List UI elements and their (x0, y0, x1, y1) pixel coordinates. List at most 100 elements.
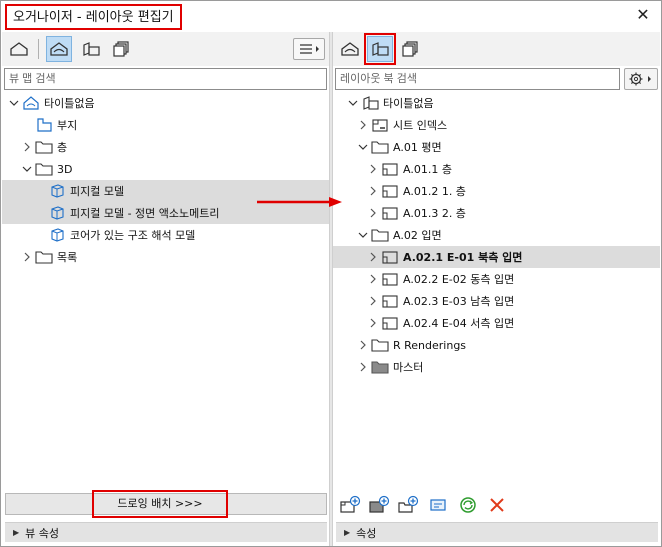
settings-dialog-icon (430, 499, 446, 511)
tree-item-label: 코어가 있는 구조 해석 모델 (70, 229, 196, 242)
expand-triangle-icon: ▶ (344, 528, 351, 537)
tree-row[interactable]: A.02.2 E-02 동측 입면 (333, 268, 660, 290)
publisher-sets-tab[interactable] (108, 36, 134, 62)
layout-book-icon (83, 42, 100, 56)
tree-row[interactable]: 코어가 있는 구조 해석 모델 (2, 224, 329, 246)
tree-item-label: A.02.1 E-01 북측 입면 (403, 251, 523, 264)
view-map-icon (341, 42, 359, 56)
tree-row[interactable]: A.02 입면 (333, 224, 660, 246)
chevron-right-icon[interactable] (21, 251, 33, 263)
close-icon[interactable]: ✕ (633, 5, 653, 25)
tree-item-label: 피지컬 모델 (70, 185, 125, 198)
sheet-icon (371, 117, 389, 133)
chevron-right-icon[interactable] (367, 251, 379, 263)
tree-item-label: 3D (57, 162, 73, 176)
tree-row[interactable]: 시트 인덱스 (333, 114, 660, 136)
chevron-right-icon[interactable] (367, 317, 379, 329)
layout-book-icon (372, 42, 389, 56)
cube-icon (48, 205, 66, 221)
tree-item-label: A.01 평면 (393, 141, 442, 154)
title-bar: 오거나이저 - 레이아웃 편집기 ✕ (1, 1, 661, 31)
chevron-right-icon[interactable] (367, 185, 379, 197)
new-master-button[interactable] (368, 494, 390, 516)
view-map-search-input[interactable] (4, 68, 327, 90)
right-view-map-tab[interactable] (337, 36, 363, 62)
tree-row[interactable]: A.02.1 E-01 북측 입면 (333, 246, 660, 268)
chevron-right-icon[interactable] (367, 273, 379, 285)
left-toolbar (2, 32, 329, 66)
tree-item-label: A.02 입면 (393, 229, 442, 242)
chevron-down-icon[interactable] (357, 229, 369, 241)
layout-settings-button[interactable] (624, 68, 658, 90)
gear-icon (629, 72, 651, 86)
view-map-pane: 타이틀없음부지층 3D 피지컬 모델피지컬 모델 - 정면 액소노메트리코어가 있는… (2, 32, 329, 546)
right-toolbar (333, 32, 660, 66)
tree-row[interactable]: A.01.2 1. 층 (333, 180, 660, 202)
delete-button[interactable] (486, 494, 508, 516)
tree-row[interactable]: A.01.3 2. 층 (333, 202, 660, 224)
chevron-down-icon[interactable] (8, 97, 20, 109)
tree-row[interactable]: 마스터 (333, 356, 660, 378)
right-publisher-sets-tab[interactable] (397, 36, 423, 62)
folder-icon (35, 139, 53, 155)
tree-item-label: 층 (57, 141, 68, 154)
view-properties-bar[interactable]: ▶ 뷰 속성 (5, 522, 327, 542)
tree-row[interactable]: 타이틀없음 (2, 92, 329, 114)
chevron-right-icon[interactable] (21, 141, 33, 153)
chevron-right-icon[interactable] (367, 163, 379, 175)
new-subset-button[interactable] (397, 494, 419, 516)
hamburger-menu-icon (300, 44, 319, 54)
layout-settings-dialog-button[interactable] (427, 494, 449, 516)
book-icon (361, 95, 379, 111)
chevron-down-icon[interactable] (21, 163, 33, 175)
new-layout-button[interactable] (339, 494, 361, 516)
layout-properties-bar[interactable]: ▶ 속성 (336, 522, 658, 542)
window-title: 오거나이저 - 레이아웃 편집기 (5, 4, 182, 30)
view-map-tab[interactable] (46, 36, 72, 62)
tree-row[interactable]: 목록 (2, 246, 329, 268)
project-map-tab[interactable] (6, 36, 32, 62)
tree-item-label: 피지컬 모델 - 정면 액소노메트리 (70, 207, 220, 220)
chevron-right-icon[interactable] (357, 119, 369, 131)
tree-row[interactable]: 타이틀없음 (333, 92, 660, 114)
delete-icon (490, 498, 504, 512)
layout-icon (381, 249, 399, 265)
tree-row[interactable]: A.01 평면 (333, 136, 660, 158)
layout-icon (381, 293, 399, 309)
chevron-down-icon[interactable] (347, 97, 359, 109)
view-properties-label: 뷰 속성 (25, 526, 60, 540)
cube-icon (48, 227, 66, 243)
tree-item-label: 부지 (57, 119, 78, 132)
folder-icon (35, 249, 53, 265)
layout-book-tab[interactable] (78, 36, 104, 62)
chevron-right-icon[interactable] (357, 339, 369, 351)
layout-book-search-input[interactable] (335, 68, 620, 90)
layout-icon (381, 161, 399, 177)
tree-row[interactable]: 부지 (2, 114, 329, 136)
tree-item-label: 시트 인덱스 (393, 119, 448, 132)
layout-book-pane: 타이틀없음시트 인덱스 A.01 평면 A.01.1 층 A.01.2 1. 층 A.0… (333, 32, 660, 546)
toolbar-separator (38, 39, 39, 59)
folder-icon (371, 227, 389, 243)
tree-row[interactable]: 층 (2, 136, 329, 158)
folder-icon (371, 139, 389, 155)
new-master-icon (369, 495, 390, 513)
tree-row[interactable]: A.02.3 E-03 남측 입면 (333, 290, 660, 312)
tree-row[interactable]: A.01.1 층 (333, 158, 660, 180)
chevron-right-icon[interactable] (367, 207, 379, 219)
chevron-right-icon[interactable] (357, 361, 369, 373)
tree-row[interactable]: R Renderings (333, 334, 660, 356)
chevron-down-icon[interactable] (357, 141, 369, 153)
chevron-right-icon[interactable] (367, 295, 379, 307)
right-layout-book-tab[interactable] (364, 33, 396, 65)
place-drawing-button-label[interactable]: 드로잉 배치 >>> (92, 490, 228, 518)
left-menu-button[interactable] (293, 38, 325, 60)
tree-row[interactable]: A.02.4 E-04 서측 입면 (333, 312, 660, 334)
tree-item-label: A.01.1 층 (403, 163, 452, 176)
tree-item-label: 타이틀없음 (383, 97, 434, 110)
tree-item-label: R Renderings (393, 338, 467, 352)
folder-icon (35, 161, 53, 177)
tree-row[interactable]: 3D (2, 158, 329, 180)
refresh-button[interactable] (457, 494, 479, 516)
publisher-sets-icon (113, 41, 129, 57)
